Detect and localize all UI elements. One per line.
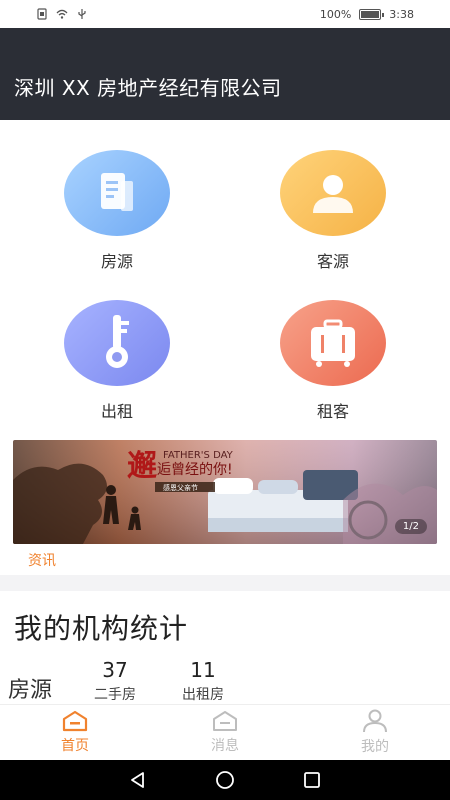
recents-square-icon [303, 772, 320, 788]
battery-icon [359, 8, 385, 20]
grid-label-listings: 房源 [100, 252, 133, 271]
stat-rental-value: 11 [190, 658, 216, 682]
section-divider [0, 575, 450, 591]
sim-icon [37, 8, 47, 20]
banner-sub: 感恩父亲节 [163, 483, 198, 492]
grid-item-tenants[interactable]: 租客 [253, 300, 413, 440]
stats-row: 房源 37 二手房 11 出租房 [0, 656, 450, 704]
grid-item-rent-out[interactable]: 出租 [37, 300, 197, 440]
page-title: 深圳 XX 房地产经纪有限公司 [14, 76, 282, 100]
tenants-circle [280, 300, 386, 386]
stats-title: 我的机构统计 [14, 612, 189, 645]
document-icon [101, 173, 133, 211]
home-icon [62, 710, 88, 732]
grid-item-listings[interactable]: 房源 [37, 150, 197, 290]
battery-percent: 100% [319, 7, 352, 21]
key-icon [106, 315, 129, 368]
profile-icon [363, 709, 387, 733]
listings-circle [64, 150, 170, 236]
message-icon [213, 711, 237, 731]
rent-out-circle [64, 300, 170, 386]
stat-secondhand[interactable]: 37 二手房 [80, 658, 150, 704]
clock: 3:38 [389, 7, 414, 21]
stats-row-label: 房源 [8, 678, 53, 703]
status-right: 100% 3:38 [320, 8, 414, 21]
back-button[interactable] [127, 769, 149, 791]
usb-icon [78, 9, 86, 19]
status-bar: 100% 3:38 [0, 0, 450, 28]
tab-messages[interactable]: 消息 [150, 705, 300, 760]
recents-button[interactable] [301, 769, 323, 791]
banner-headline-small: 逅曾经的你! [157, 462, 233, 478]
tab-messages-label: 消息 [211, 738, 239, 754]
banner-headline-big: 邂 [127, 449, 157, 484]
tab-home-label: 首页 [61, 738, 89, 754]
stat-rental-label: 出租房 [182, 687, 224, 703]
banner-english: FATHER'S DAY [163, 450, 234, 461]
grid-item-clients[interactable]: 客源 [253, 150, 413, 290]
quick-entry-grid: 房源 客源 出租 租客 [0, 120, 450, 430]
suitcase-icon [311, 319, 355, 367]
tab-profile[interactable]: 我的 [300, 705, 450, 760]
stat-secondhand-label: 二手房 [94, 687, 136, 703]
news-link[interactable]: 资讯 [28, 550, 56, 570]
grid-label-rent-out: 出租 [100, 402, 133, 421]
home-nav-button[interactable] [214, 769, 236, 791]
grid-label-tenants: 租客 [316, 402, 349, 421]
tab-home[interactable]: 首页 [0, 705, 150, 760]
clients-circle [280, 150, 386, 236]
stat-rental[interactable]: 11 出租房 [168, 658, 238, 704]
stat-secondhand-value: 37 [102, 658, 128, 682]
bottom-tabbar: 首页 消息 我的 [0, 704, 450, 760]
banner-pager: 1/2 [394, 519, 427, 534]
app-header: 深圳 XX 房地产经纪有限公司 [0, 28, 450, 120]
system-navbar [0, 760, 450, 800]
person-icon [313, 175, 353, 213]
wifi-icon [56, 9, 68, 19]
promo-banner[interactable]: 邂 逅曾经的你! FATHER'S DAY 感恩父亲节 1/2 [13, 440, 437, 544]
banner-image: 邂 逅曾经的你! FATHER'S DAY 感恩父亲节 [13, 440, 437, 544]
status-left [36, 8, 88, 20]
back-triangle-icon [131, 772, 145, 788]
home-circle-icon [216, 771, 234, 789]
grid-label-clients: 客源 [316, 252, 349, 271]
tab-profile-label: 我的 [361, 739, 389, 755]
